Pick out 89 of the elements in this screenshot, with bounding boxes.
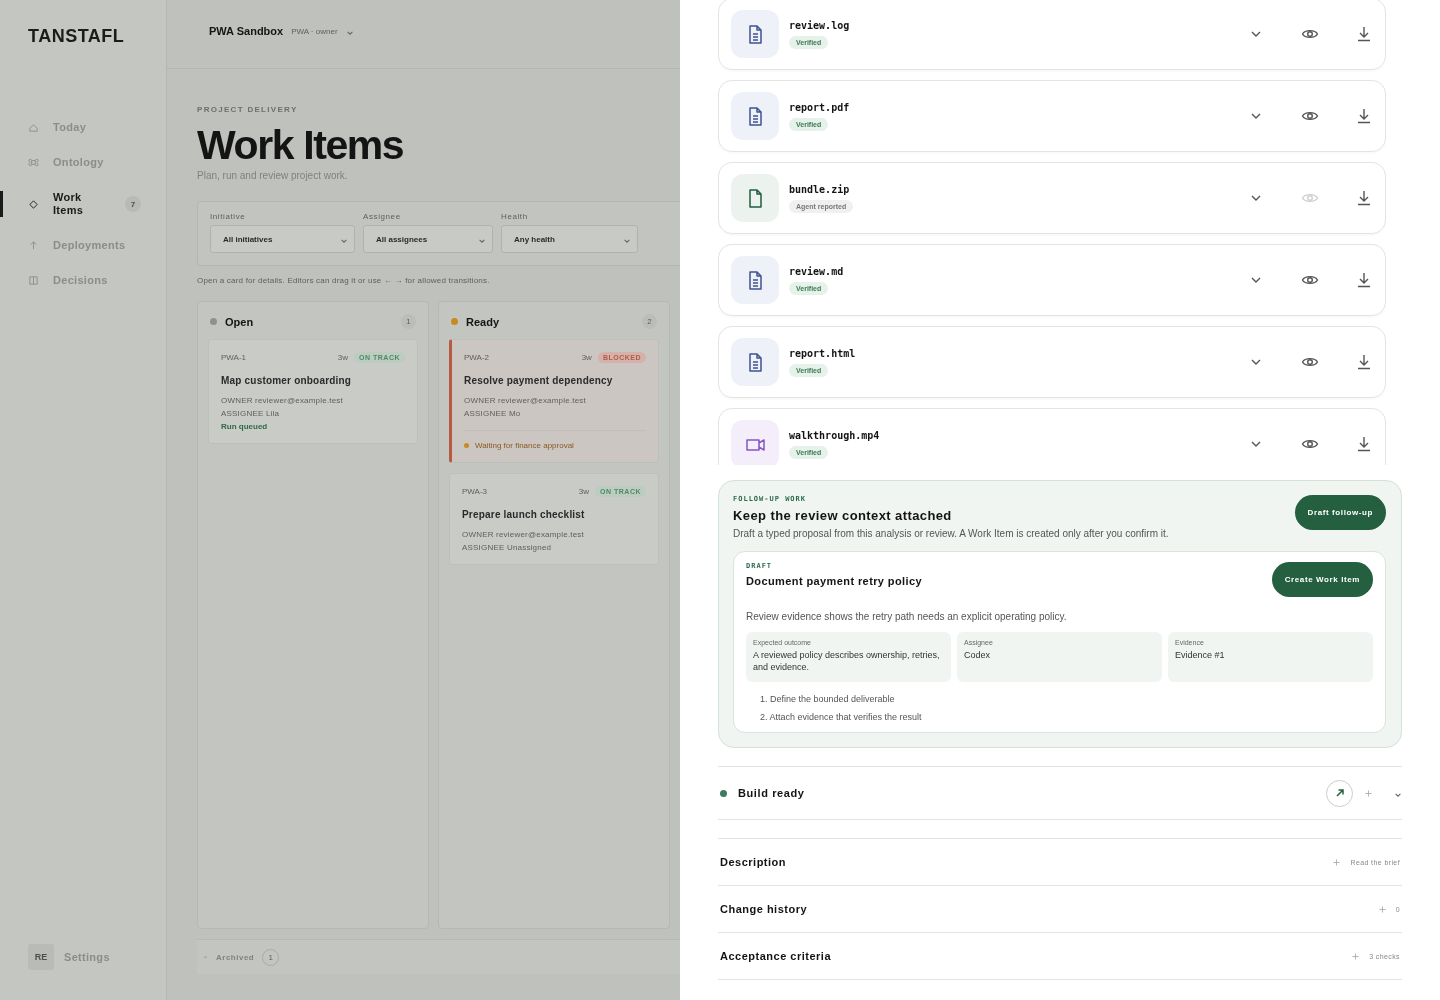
file-icon — [731, 338, 779, 386]
command-icon — [28, 157, 39, 168]
download-icon[interactable] — [1355, 107, 1373, 125]
download-icon[interactable] — [1355, 353, 1373, 371]
filter-label: Assignee — [363, 212, 402, 221]
download-icon[interactable] — [1355, 271, 1373, 289]
page-title: Work Items — [197, 122, 405, 168]
owner-text: OWNER reviewer@example.test — [221, 396, 344, 405]
card-title: Prepare launch checklist — [462, 509, 586, 520]
field-value: Codex — [964, 649, 991, 661]
section-title: Description — [720, 856, 787, 868]
logo: TANSTAFL — [28, 26, 126, 47]
draft-summary: Review evidence shows the retry path needs an explicit operating policy. — [746, 611, 1068, 622]
home-icon — [28, 122, 39, 133]
field-value: A reviewed policy describes ownership, retries, and evidence. — [753, 649, 941, 673]
diamond-icon — [28, 198, 39, 210]
filter-label: Health — [501, 212, 529, 221]
file-name: review.log — [789, 19, 850, 31]
owner-text: OWNER reviewer@example.test — [462, 530, 585, 539]
section-title: Acceptance criteria — [720, 950, 832, 962]
chevron-down-icon — [340, 237, 348, 245]
file-name: report.pdf — [789, 101, 850, 113]
create-work-item-button[interactable]: Create Work Item — [1271, 562, 1373, 597]
filter-label: Initiative — [210, 212, 247, 221]
owner-text: OWNER reviewer@example.test — [464, 396, 587, 405]
file-name: walkthrough.mp4 — [789, 429, 880, 441]
draft-step: 2. Attach evidence that verifies the result — [760, 712, 1373, 722]
item-age: 3w — [337, 353, 349, 362]
page-eyebrow: PROJECT DELIVERY — [197, 105, 299, 114]
draft-step: 1. Define the bounded deliverable — [760, 694, 1373, 704]
status-dot — [720, 789, 727, 797]
download-icon[interactable] — [1355, 189, 1373, 207]
plus-icon — [1378, 905, 1386, 913]
panel-description: Draft a typed proposal from this analysis or review. A Work Item is created only after you confirm it. — [733, 528, 1170, 539]
video-camera-icon — [731, 420, 779, 465]
card-title: Map customer onboarding — [221, 375, 353, 386]
file-icon — [731, 10, 779, 58]
nav-item[interactable]: Work Items 7 — [0, 187, 160, 221]
file-icon — [731, 256, 779, 304]
filter-select[interactable]: Any health — [501, 225, 638, 253]
column-title: Ready — [466, 315, 501, 328]
file-name: report.html — [789, 347, 856, 359]
file-name: bundle.zip — [789, 183, 850, 195]
open-external-button[interactable] — [1326, 779, 1353, 807]
column-count: 1 — [401, 314, 416, 329]
draft-follow-up-button[interactable]: Draft follow-up — [1294, 495, 1386, 530]
download-icon[interactable] — [1355, 25, 1373, 43]
count-badge: 7 — [125, 196, 141, 212]
project-name[interactable]: PWA Sandbox — [209, 25, 284, 37]
warning-dot — [464, 443, 469, 448]
section-title: Change history — [720, 903, 809, 915]
item-id: PWA-2 — [464, 353, 491, 362]
project-role: PWA · owner — [291, 26, 338, 36]
plus-icon — [1365, 789, 1372, 797]
book-icon — [28, 275, 39, 286]
item-id: PWA-3 — [462, 487, 489, 496]
filter-select[interactable]: All initiatives — [210, 225, 355, 253]
chevron-down-icon — [345, 29, 354, 37]
caret-icon — [203, 954, 208, 960]
panel-title: Keep the review context attached — [733, 508, 953, 523]
plus-icon — [1352, 952, 1360, 960]
avatar[interactable]: RE — [28, 944, 54, 970]
chevron-down-icon — [478, 237, 486, 245]
card-title: Resolve payment dependency — [464, 375, 614, 386]
assignee-text: ASSIGNEE Lila — [221, 409, 281, 418]
file-name: review.md — [789, 265, 844, 277]
chevron-down-icon — [623, 237, 631, 245]
archived-bar[interactable]: Archived 1 — [197, 939, 680, 974]
file-icon — [731, 92, 779, 140]
filter-select[interactable]: All assignees — [363, 225, 493, 253]
assignee-text: ASSIGNEE Mo — [464, 409, 522, 418]
item-id: PWA-1 — [221, 353, 248, 362]
item-age: 3w — [578, 487, 590, 496]
column-count: 2 — [642, 314, 657, 329]
blocker-note: Waiting for finance approval — [475, 441, 574, 450]
download-icon[interactable] — [1355, 435, 1373, 453]
run-status: Run queued — [221, 422, 269, 431]
assignee-text: ASSIGNEE Unassigned — [462, 543, 553, 552]
arrow-icon — [1334, 788, 1345, 798]
page-subtitle: Plan, run and review project work. — [197, 170, 349, 181]
column-title: Open — [225, 315, 255, 328]
draft-title: Document payment retry policy — [746, 575, 924, 587]
field-value: Evidence #1 — [1175, 649, 1226, 661]
board-hint: Open a card for details. Editors can drag it or use ← → for allowed transitions. — [197, 276, 491, 285]
build-status: Build ready — [738, 787, 806, 799]
plus-icon — [1333, 858, 1341, 866]
arrow-up-icon — [28, 240, 39, 251]
item-age: 3w — [581, 353, 592, 362]
file-icon — [731, 174, 779, 222]
